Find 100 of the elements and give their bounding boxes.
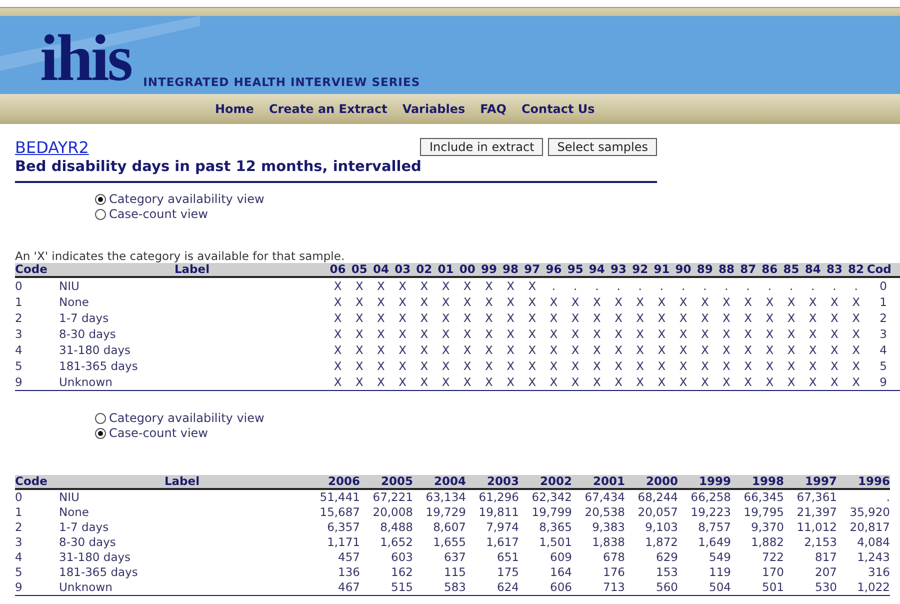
action-button[interactable]: Select samples — [548, 138, 657, 156]
option-label[interactable]: Category availability view — [109, 411, 264, 425]
table-cell-text: 1,872 — [644, 535, 678, 550]
table-cell-text: X — [592, 310, 602, 326]
column-header: 01 — [434, 263, 457, 278]
table-cell-text: . — [658, 278, 665, 294]
table-cell-text: X — [398, 294, 408, 310]
table-cell-text: X — [786, 310, 796, 326]
table-cell-text: 170 — [761, 565, 784, 580]
table-cell-text: X — [398, 358, 408, 374]
table-cell-text: X — [527, 310, 538, 326]
table-cell-text: X — [462, 342, 472, 358]
table-cell-text: 9,370 — [750, 520, 784, 535]
table-cell-text: X — [786, 358, 796, 374]
table-cell-text: X — [592, 342, 602, 358]
radio-button[interactable] — [95, 194, 106, 204]
table-cell-text: 67,361 — [796, 490, 837, 505]
table-cell-text: 66,258 — [690, 490, 731, 505]
table-cell-text: NIU — [58, 278, 80, 294]
table-cell-text: X — [808, 342, 818, 358]
table-cell-text: 1,022 — [856, 580, 890, 595]
table-cell-text: X — [332, 342, 343, 358]
column-header: 2002 — [519, 475, 572, 490]
table-cell-text: 8-30 days — [58, 326, 117, 342]
table-cell-text: X — [484, 278, 494, 294]
site-tagline: INTEGRATED HEALTH INTERVIEW SERIES — [143, 75, 420, 89]
table-cell-text: 2 — [878, 310, 888, 326]
action-button[interactable]: Include in extract — [420, 138, 544, 156]
column-header: 93 — [608, 263, 630, 278]
table-cell-text: X — [354, 358, 364, 374]
table-cell-text: 20,057 — [636, 505, 678, 520]
table-cell-text: 176 — [602, 565, 625, 580]
table-cell-text: 817 — [814, 550, 837, 565]
table-cell-text: X — [440, 358, 451, 374]
column-header: 04 — [370, 263, 392, 278]
table-cell-text: 1,838 — [591, 535, 625, 550]
table-cell-text: X — [506, 294, 516, 310]
table-cell-text: 164 — [549, 565, 572, 580]
table-cell-text: 1-7 days — [58, 520, 110, 535]
table-cell-text: 3 — [15, 326, 24, 342]
table-cell-text: X — [376, 310, 386, 326]
nav-link[interactable]: Create an Extract — [268, 102, 388, 116]
option-label[interactable]: Category availability view — [109, 192, 264, 206]
table-cell-text: 136 — [337, 565, 360, 580]
radio-button[interactable] — [95, 208, 106, 220]
column-header: 85 — [780, 263, 802, 278]
table-cell-text: X — [786, 326, 796, 342]
table-cell-text: X — [332, 374, 343, 390]
table-cell-text: X — [786, 374, 796, 390]
table-cell-text: X — [678, 326, 688, 342]
nav-link[interactable]: Home — [215, 102, 254, 116]
table-cell-text: X — [332, 310, 343, 326]
table-cell-text: 31-180 days — [58, 342, 132, 358]
table-cell-text: X — [764, 294, 775, 310]
column-header: 89 — [694, 263, 716, 278]
table-cell-text: 1,652 — [379, 535, 413, 550]
variable-link[interactable]: BEDAYR2 — [15, 138, 89, 157]
table-cell-text: 560 — [655, 580, 678, 595]
table-cell-text: X — [484, 358, 494, 374]
table-cell-text: X — [808, 374, 818, 390]
table-cell-text: . — [594, 278, 600, 294]
table-cell-text: X — [506, 374, 516, 390]
table-cell-text: X — [548, 326, 559, 342]
nav-link[interactable]: Variables — [402, 102, 466, 116]
column-header: 2000 — [625, 475, 678, 490]
table-cell-text: 2,153 — [803, 535, 837, 550]
table-cell-text: X — [440, 294, 451, 310]
table-cell-text: X — [700, 342, 710, 358]
table-cell-text: X — [830, 342, 840, 358]
table-cell-text: X — [419, 374, 430, 390]
table-cell-text: X — [700, 358, 710, 374]
option-label[interactable]: Case-count view — [109, 207, 208, 221]
table-cell-text: 8,607 — [432, 520, 466, 535]
table-cell-text: 606 — [549, 580, 572, 595]
column-header: 95 — [564, 263, 586, 278]
logo[interactable]: ihis — [40, 26, 132, 92]
table-cell-text: X — [678, 374, 688, 390]
column-header: Code — [15, 263, 57, 278]
table-cell-text: X — [440, 278, 451, 294]
table-cell-text: 181-365 days — [58, 358, 139, 374]
table-cell-text: X — [656, 358, 667, 374]
table-cell-text: X — [592, 374, 602, 390]
nav-link[interactable]: FAQ — [480, 102, 506, 116]
table-cell-text: X — [614, 326, 624, 342]
table-cell-text: 5 — [15, 565, 24, 580]
table-cell-text: X — [440, 310, 451, 326]
table-cell-text: 19,223 — [690, 505, 731, 520]
radio-button[interactable] — [95, 412, 106, 424]
column-header: 1999 — [678, 475, 731, 490]
table-cell-text: X — [635, 294, 646, 310]
table-cell-text: X — [332, 278, 343, 294]
table-cell-text: X — [548, 374, 559, 390]
radio-button[interactable] — [95, 428, 106, 438]
nav-link[interactable]: Contact Us — [521, 102, 595, 116]
option-label[interactable]: Case-count view — [109, 426, 208, 440]
column-header: 2004 — [413, 475, 466, 490]
table-cell-text: 19,799 — [530, 505, 572, 520]
table-cell-text: X — [506, 358, 516, 374]
table-cell-text: . — [766, 278, 772, 294]
table-cell-text: X — [635, 326, 646, 342]
